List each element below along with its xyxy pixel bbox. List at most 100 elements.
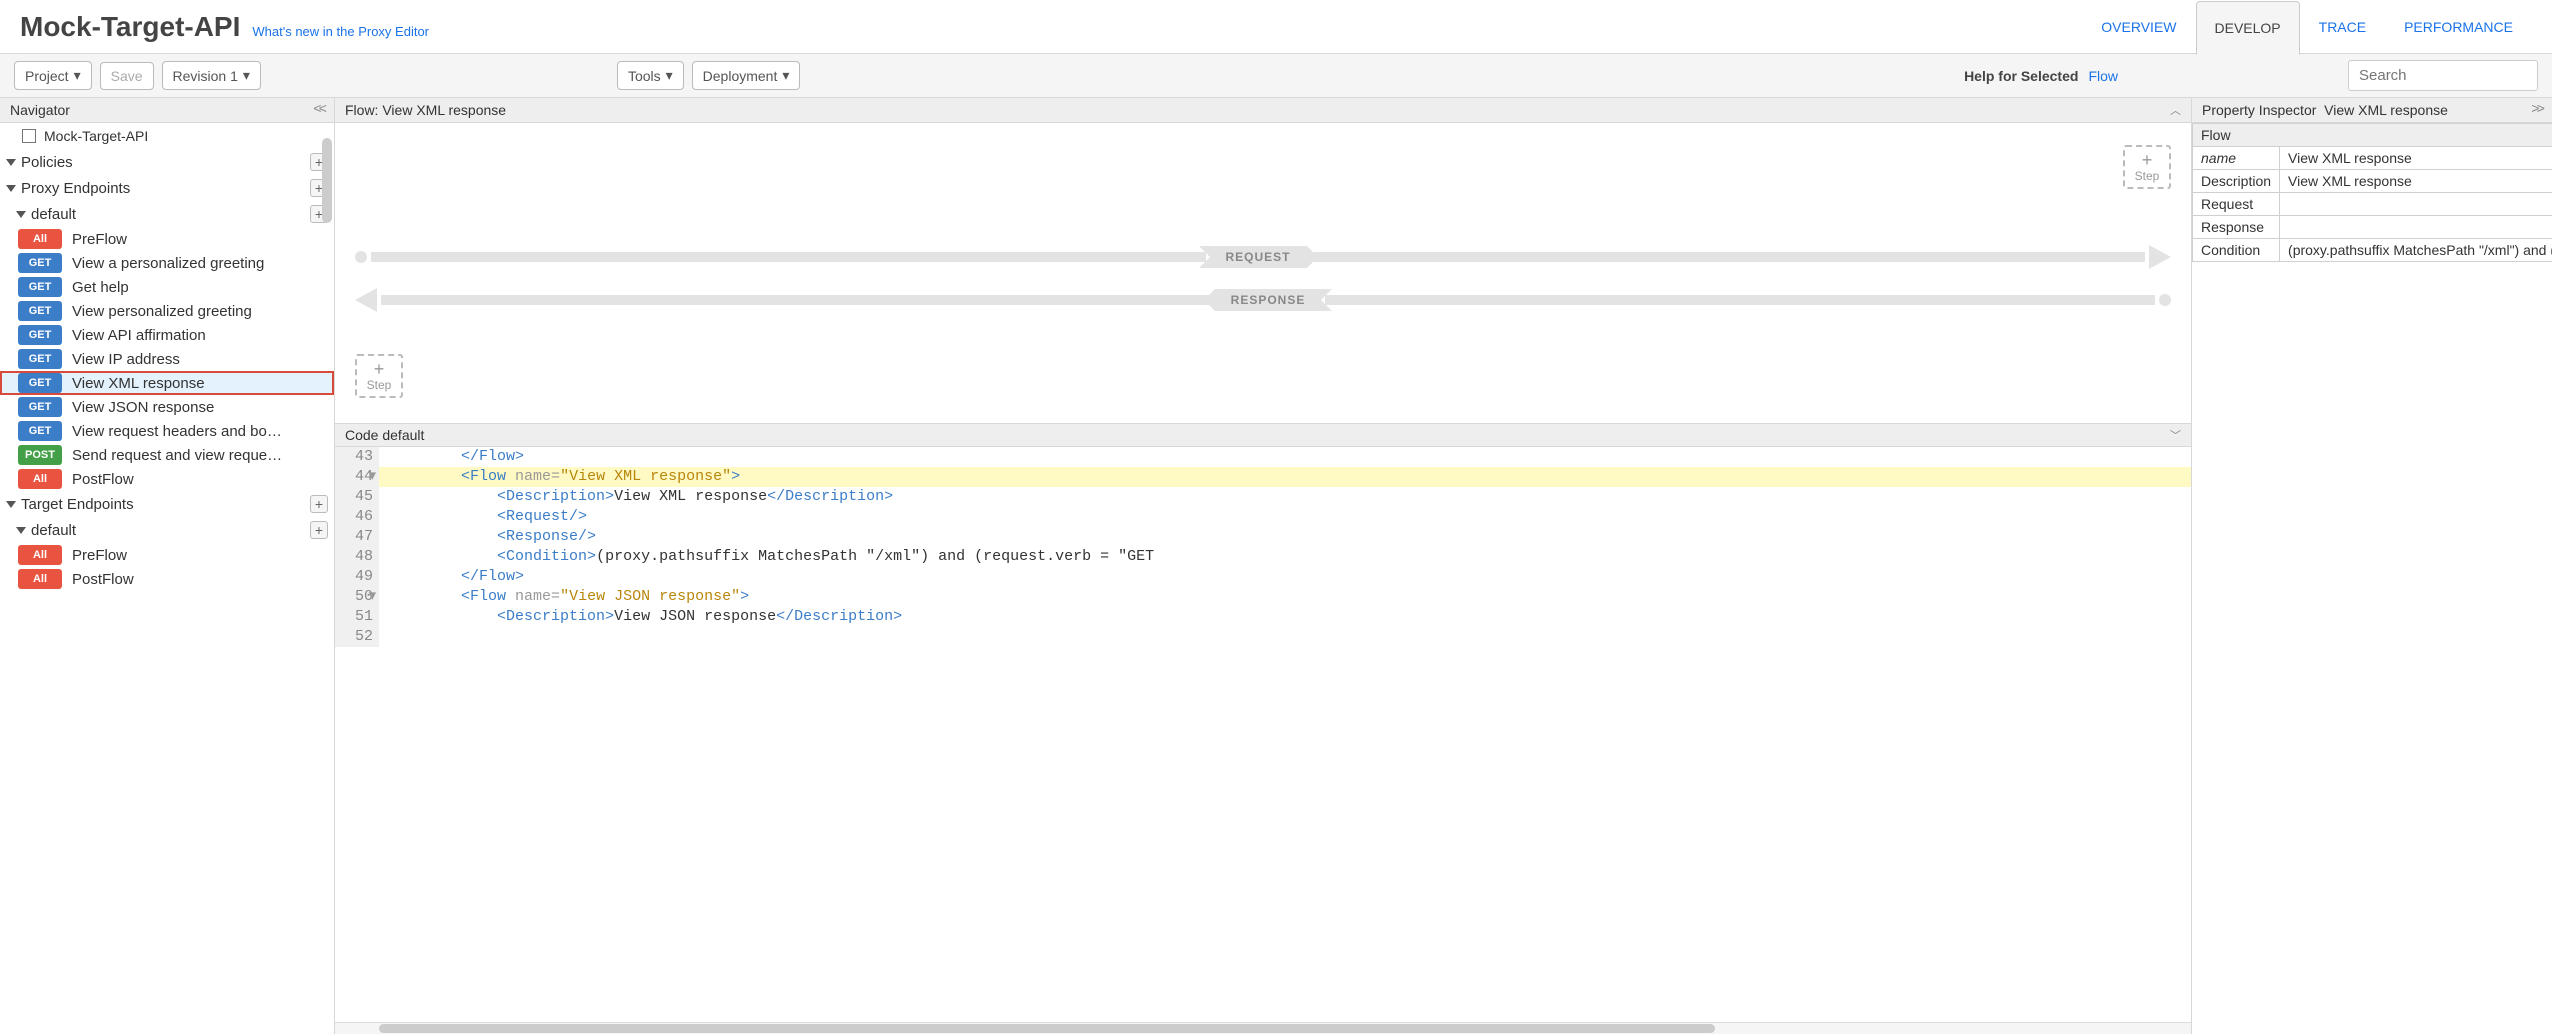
flow-item[interactable]: All PostFlow [0, 567, 334, 591]
flow-item[interactable]: GET View a personalized greeting [0, 251, 334, 275]
tab-develop[interactable]: DEVELOP [2196, 1, 2300, 55]
collapse-up-icon[interactable]: ︿ [2170, 102, 2181, 118]
navigator-header: Navigator [10, 102, 70, 118]
arrow-right-icon [2149, 245, 2171, 269]
flow-name: PreFlow [72, 231, 127, 248]
caret-down-icon [16, 211, 26, 218]
flow-name: View API affirmation [72, 327, 206, 344]
flow-item[interactable]: GET View JSON response [0, 395, 334, 419]
tab-overview[interactable]: OVERVIEW [2082, 0, 2195, 54]
nav-proxy-default[interactable]: default + [0, 201, 334, 227]
property-value[interactable] [2280, 216, 2552, 239]
save-button[interactable]: Save [100, 62, 154, 90]
code-header-label: Code default [345, 427, 424, 443]
flow-item[interactable]: GETView personalized greeting [0, 299, 334, 323]
caret-down-icon: ▾ [243, 67, 250, 84]
nav-target-default[interactable]: default + [0, 517, 334, 543]
property-value[interactable]: (proxy.pathsuffix MatchesPath "/xml") an… [2280, 239, 2552, 262]
method-badge: All [18, 569, 62, 589]
flow-item[interactable]: GETView request headers and bo… [0, 419, 334, 443]
caret-down-icon: ▾ [782, 67, 789, 84]
request-label: REQUEST [1210, 246, 1307, 268]
nav-section-proxy-endpoints[interactable]: Proxy Endpoints + [0, 175, 334, 201]
flow-item[interactable]: POST Send request and view reque… [0, 443, 334, 467]
scrollbar-thumb[interactable] [322, 138, 332, 223]
caret-down-icon [16, 527, 26, 534]
property-value[interactable] [2280, 193, 2552, 216]
flow-item[interactable]: All PreFlow [0, 543, 334, 567]
collapse-left-icon[interactable]: << [313, 102, 324, 118]
property-label: Response [2193, 216, 2280, 239]
flow-name: Get help [72, 279, 129, 296]
code-editor[interactable]: 4344▾454647484950▾5152 </Flow> <Flow nam… [335, 447, 2191, 1022]
flow-title: Flow: View XML response [345, 102, 506, 118]
caret-down-icon [6, 501, 16, 508]
arrow-left-icon [355, 288, 377, 312]
help-flow-link[interactable]: Flow [2088, 68, 2118, 84]
expand-right-icon[interactable]: >> [2531, 102, 2542, 118]
flow-item[interactable]: GET View XML response [0, 371, 334, 395]
flow-start-icon [355, 251, 367, 263]
deployment-dropdown[interactable]: Deployment▾ [692, 61, 801, 90]
method-badge: GET [18, 277, 62, 297]
whats-new-link[interactable]: What's new in the Proxy Editor [252, 24, 429, 39]
project-dropdown[interactable]: Project▾ [14, 61, 92, 90]
flow-name: View a personalized greeting [72, 255, 264, 272]
horizontal-scrollbar[interactable] [335, 1022, 2191, 1034]
flow-name: View XML response [72, 375, 205, 392]
method-badge: All [18, 469, 62, 489]
method-badge: GET [18, 253, 62, 273]
add-target-flow-button[interactable]: + [310, 521, 328, 539]
method-badge: GET [18, 325, 62, 345]
flow-name: PreFlow [72, 547, 127, 564]
caret-down-icon: ▾ [666, 67, 673, 84]
property-value[interactable]: View XML response [2280, 147, 2552, 170]
search-input[interactable] [2348, 60, 2538, 91]
caret-down-icon [6, 185, 16, 192]
document-icon [22, 129, 36, 143]
nav-api-root[interactable]: Mock-Target-API [0, 123, 334, 149]
method-badge: All [18, 545, 62, 565]
tab-performance[interactable]: PERFORMANCE [2385, 0, 2532, 54]
collapse-down-icon[interactable]: ﹀ [2170, 427, 2181, 443]
flow-name: Send request and view reque… [72, 447, 282, 464]
method-badge: POST [18, 445, 62, 465]
navigator-panel: Navigator << Mock-Target-API Policies + … [0, 98, 335, 1034]
inspector-header: Property Inspector View XML response [2202, 102, 2448, 118]
add-step-response-button[interactable]: +Step [355, 354, 403, 398]
revision-dropdown[interactable]: Revision 1▾ [162, 61, 261, 90]
flow-diagram: +Step REQUEST RESPONSE +Step [335, 123, 2191, 423]
add-target-endpoint-button[interactable]: + [310, 495, 328, 513]
response-label: RESPONSE [1215, 289, 1322, 311]
flow-item[interactable]: GET View API affirmation [0, 323, 334, 347]
tab-trace[interactable]: TRACE [2300, 0, 2385, 54]
method-badge: GET [18, 397, 62, 417]
method-badge: GET [18, 373, 62, 393]
flow-name: View JSON response [72, 399, 214, 416]
flow-name: PostFlow [72, 471, 134, 488]
property-label: Condition [2193, 239, 2280, 262]
flow-item[interactable]: All PreFlow [0, 227, 334, 251]
tools-dropdown[interactable]: Tools▾ [617, 61, 684, 90]
nav-section-target-endpoints[interactable]: Target Endpoints + [0, 491, 334, 517]
flow-name: PostFlow [72, 571, 134, 588]
flow-item[interactable]: All PostFlow [0, 467, 334, 491]
flow-name: View IP address [72, 351, 180, 368]
flow-item[interactable]: GET Get help [0, 275, 334, 299]
method-badge: GET [18, 349, 62, 369]
main-tabs: OVERVIEWDEVELOPTRACEPERFORMANCE [2082, 0, 2532, 54]
method-badge: All [18, 229, 62, 249]
api-title: Mock-Target-API [20, 11, 240, 43]
property-label: Description [2193, 170, 2280, 193]
caret-down-icon [6, 159, 16, 166]
add-step-request-button[interactable]: +Step [2123, 145, 2171, 189]
flow-item[interactable]: GET View IP address [0, 347, 334, 371]
property-label: Request [2193, 193, 2280, 216]
flow-end-icon [2159, 294, 2171, 306]
help-label: Help for Selected [1964, 68, 2078, 84]
flow-name: View request headers and bo… [72, 423, 282, 440]
nav-section-policies[interactable]: Policies + [0, 149, 334, 175]
property-value[interactable]: View XML response [2280, 170, 2552, 193]
property-inspector-panel: Property Inspector View XML response >> … [2192, 98, 2552, 1034]
flow-name: View personalized greeting [72, 303, 252, 320]
